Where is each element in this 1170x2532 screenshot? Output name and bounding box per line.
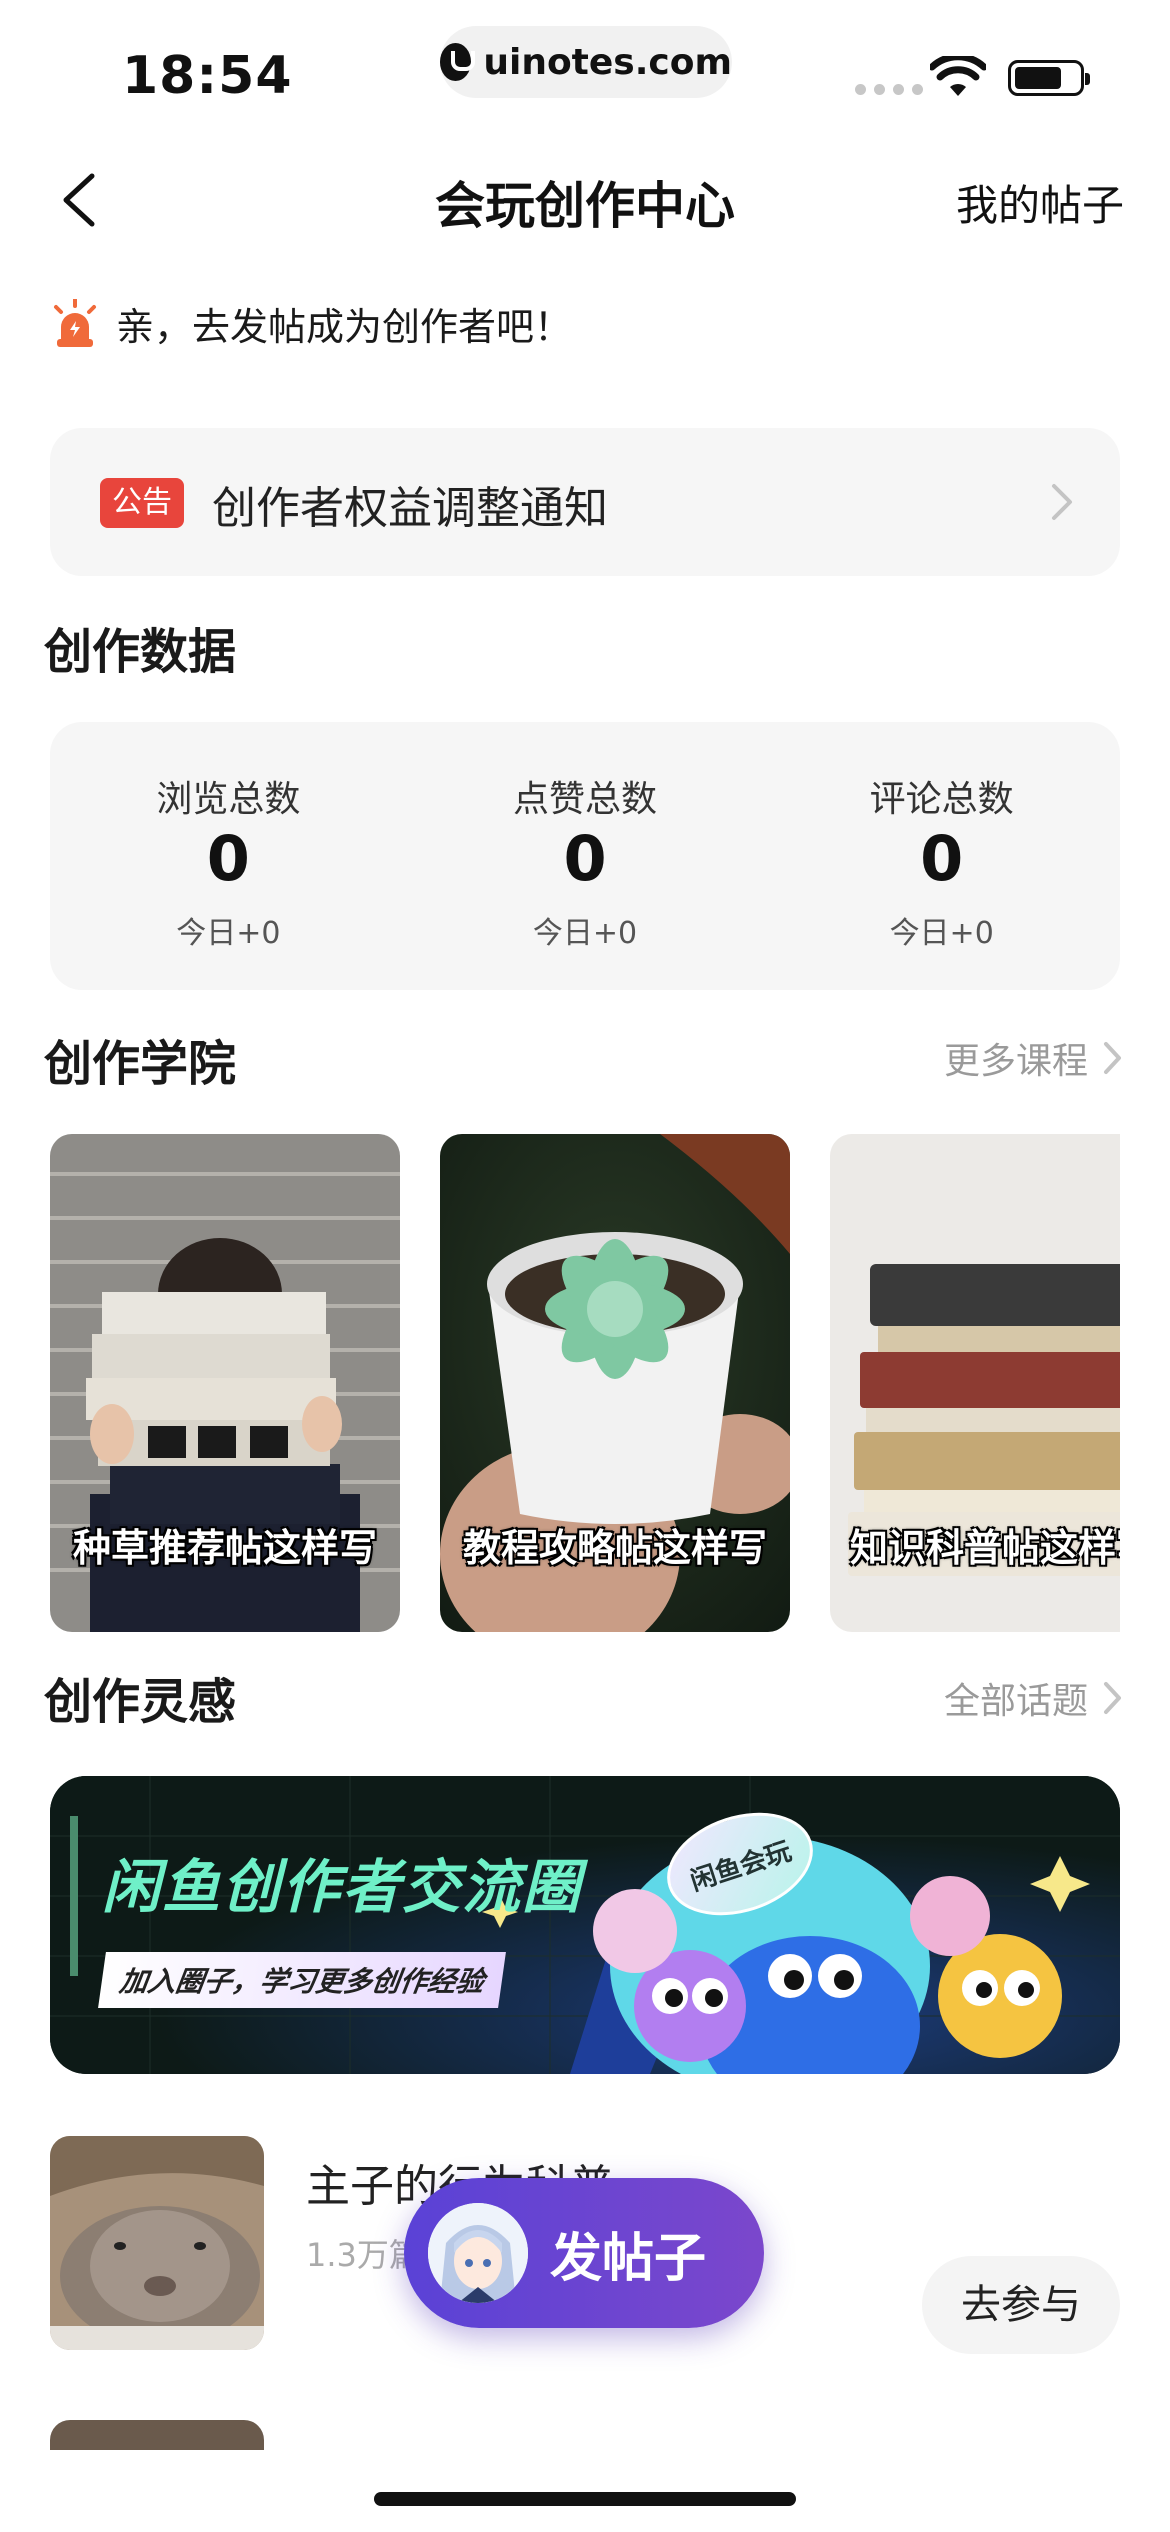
notice-card[interactable]: 公告 创作者权益调整通知 [50, 428, 1120, 576]
chevron-right-icon [1104, 1682, 1121, 1714]
anime-avatar-image [428, 2203, 528, 2303]
creation-data-title: 创作数据 [44, 624, 237, 680]
battery-icon [1008, 60, 1090, 96]
uinotes-logo-icon [440, 43, 476, 81]
next-topic-thumbnail [50, 2420, 264, 2450]
creator-tip: 亲，去发帖成为创作者吧！ [52, 296, 572, 351]
inspiration-title: 创作灵感 [44, 1674, 237, 1730]
course-card[interactable]: 教程攻略帖这样写 [440, 1134, 790, 1632]
nav-bar: 会玩创作中心 我的帖子 [0, 150, 1170, 250]
rabbit-image [50, 2136, 264, 2350]
course-card[interactable]: 种草推荐帖这样写 [50, 1134, 400, 1632]
tip-text: 亲，去发帖成为创作者吧！ [116, 305, 573, 349]
creation-stats-card: 浏览总数 0 今日+0 点赞总数 0 今日+0 评论总数 0 今日+0 [50, 722, 1120, 990]
course-label: 种草推荐帖这样写 [72, 1526, 377, 1570]
status-bar: 18:54 uinotes.com [0, 0, 1170, 130]
chevron-right-icon [1104, 1042, 1121, 1074]
notice-badge: 公告 [100, 478, 184, 528]
topic-thumbnail [50, 2136, 264, 2350]
url-pill: uinotes.com [440, 26, 732, 98]
home-indicator [374, 2492, 796, 2506]
stat-likes: 点赞总数 0 今日+0 [407, 722, 764, 990]
chevron-right-icon [1052, 484, 1072, 520]
creator-circle-banner[interactable]: 闲鱼创作者交流圈 加入圈子，学习更多创作经验 闲鱼会玩 [50, 1776, 1120, 2074]
course-label: 知识科普帖这样写 [850, 1526, 1120, 1570]
more-courses-label: 更多课程 [943, 1041, 1088, 1082]
banner-artwork [50, 1776, 1120, 2074]
more-courses-link[interactable]: 更多课程 [944, 1032, 1124, 1084]
course-label: 教程攻略帖这样写 [462, 1526, 767, 1570]
publish-post-button[interactable]: 发帖子 [404, 2178, 764, 2328]
my-posts-link[interactable]: 我的帖子 [956, 172, 1124, 233]
banner-subtitle: 加入圈子，学习更多创作经验 [98, 1952, 506, 2008]
stat-value: 0 [206, 822, 250, 895]
stat-views: 浏览总数 0 今日+0 [50, 722, 407, 990]
stat-today: 今日+0 [889, 916, 994, 951]
stat-value: 0 [563, 822, 607, 895]
all-topics-link[interactable]: 全部话题 [944, 1672, 1124, 1724]
notice-text: 创作者权益调整通知 [212, 483, 608, 534]
alarm-light-icon [54, 298, 96, 347]
all-topics-label: 全部话题 [943, 1681, 1088, 1722]
stat-today: 今日+0 [176, 916, 281, 951]
course-carousel[interactable]: 种草推荐帖这样写 教程攻略帖这样写 知识科普帖这样 [50, 1134, 1120, 1632]
stat-today: 今日+0 [532, 916, 638, 951]
publish-post-label: 发帖子 [550, 2228, 707, 2289]
stat-label: 点赞总数 [513, 779, 658, 820]
course-card[interactable]: 知识科普帖这样写 [830, 1134, 1120, 1632]
stat-comments: 评论总数 0 今日+0 [763, 722, 1120, 990]
avatar [428, 2203, 528, 2303]
stat-label: 浏览总数 [156, 779, 301, 820]
stat-label: 评论总数 [869, 779, 1014, 820]
wifi-icon [930, 56, 986, 96]
status-time: 18:54 [122, 46, 293, 106]
url-text: uinotes.com [483, 41, 732, 83]
join-button[interactable]: 去参与 [922, 2256, 1120, 2354]
academy-title: 创作学院 [44, 1036, 237, 1092]
banner-title: 闲鱼创作者交流圈 [102, 1853, 583, 1921]
stat-value: 0 [920, 822, 964, 895]
cellular-signal-icon [855, 84, 923, 95]
